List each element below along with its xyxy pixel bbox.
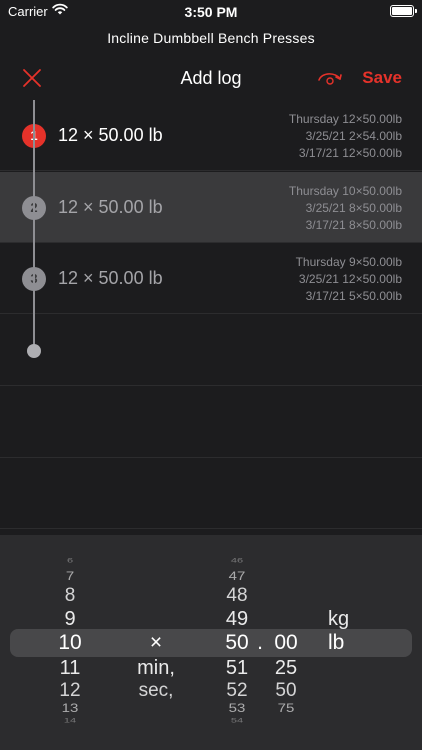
history-entry: Thursday 12×50.00lb [288, 112, 402, 126]
clock: 3:50 PM [184, 4, 238, 20]
reps-option[interactable]: 9 [40, 608, 100, 631]
separator-option-selected[interactable]: × [120, 631, 192, 655]
reps-option[interactable]: 7 [40, 570, 100, 584]
set-value: 12 × 50.00 lb [58, 197, 163, 217]
set-history: Thursday 9×50.00lb 3/25/21 12×50.00lb 3/… [296, 254, 402, 305]
reps-option-selected[interactable]: 10 [40, 631, 100, 655]
unit-option[interactable]: kg [328, 608, 378, 631]
battery-icon [390, 5, 417, 17]
timeline-line [33, 100, 35, 350]
set-history: Thursday 10×50.00lb 3/25/21 8×50.00lb 3/… [289, 183, 402, 234]
history-entry: 3/17/21 12×50.00lb [298, 146, 402, 160]
set-row-1[interactable]: 1 12 × 50.00 lb Thursday 12×50.00lb 3/25… [0, 100, 422, 171]
weight-option[interactable]: 54 [212, 718, 262, 725]
weight-option[interactable]: 48 [212, 585, 262, 607]
weight-option[interactable]: 52 [212, 680, 262, 702]
fraction-option[interactable]: 25 [266, 657, 306, 680]
fraction-option-selected[interactable]: 00 [266, 631, 306, 655]
set-history: Thursday 12×50.00lb 3/25/21 2×54.00lb 3/… [289, 111, 402, 162]
history-entry: Thursday 9×50.00lb [295, 255, 402, 269]
reps-option[interactable]: 12 [40, 680, 100, 702]
weight-option[interactable]: 46 [212, 558, 262, 565]
reps-option[interactable]: 8 [40, 585, 100, 607]
add-set-dot[interactable] [27, 344, 41, 358]
empty-row [0, 458, 422, 529]
weight-option[interactable]: 51 [212, 657, 262, 680]
weight-option[interactable]: 49 [212, 608, 262, 631]
sets-list: 1 12 × 50.00 lb Thursday 12×50.00lb 3/25… [0, 100, 422, 530]
fraction-option[interactable]: 75 [266, 702, 306, 716]
add-set-row[interactable] [0, 315, 422, 386]
status-bar: Carrier 3:50 PM [0, 0, 422, 24]
nav-bar: Add log Save [0, 58, 422, 98]
reps-option[interactable]: 11 [40, 657, 100, 680]
history-entry: 3/17/21 5×50.00lb [305, 289, 402, 303]
reset-button[interactable] [316, 68, 344, 88]
separator-option[interactable]: sec, [120, 680, 192, 702]
set-value: 12 × 50.00 lb [58, 125, 163, 145]
reps-option[interactable]: 13 [40, 702, 100, 716]
rotate-back-icon [318, 73, 342, 85]
set-value: 12 × 50.00 lb [58, 268, 163, 288]
weight-option[interactable]: 47 [212, 570, 262, 584]
weight-option[interactable]: 53 [212, 702, 262, 716]
set-row-3[interactable]: 3 12 × 50.00 lb Thursday 9×50.00lb 3/25/… [0, 243, 422, 314]
history-entry: 3/17/21 8×50.00lb [305, 218, 402, 232]
save-button[interactable]: Save [362, 68, 402, 88]
reps-option[interactable]: 6 [40, 558, 100, 565]
history-entry: Thursday 10×50.00lb [288, 184, 402, 198]
fraction-option[interactable]: 50 [266, 680, 306, 702]
unit-option-selected[interactable]: lb [328, 631, 378, 655]
exercise-title: Incline Dumbbell Bench Presses [107, 30, 315, 46]
page-title: Add log [180, 68, 242, 88]
history-entry: 3/25/21 2×54.00lb [305, 129, 402, 143]
history-entry: 3/25/21 8×50.00lb [305, 201, 402, 215]
set-row-2[interactable]: 2 12 × 50.00 lb Thursday 10×50.00lb 3/25… [0, 172, 422, 243]
rep-weight-picker[interactable]: 6 7 8 9 10 11 12 13 14 × min, sec, 46 47… [0, 535, 422, 750]
separator-option[interactable]: min, [120, 657, 192, 680]
reps-option[interactable]: 14 [40, 718, 100, 725]
empty-row [0, 387, 422, 458]
history-entry: 3/25/21 12×50.00lb [298, 272, 402, 286]
